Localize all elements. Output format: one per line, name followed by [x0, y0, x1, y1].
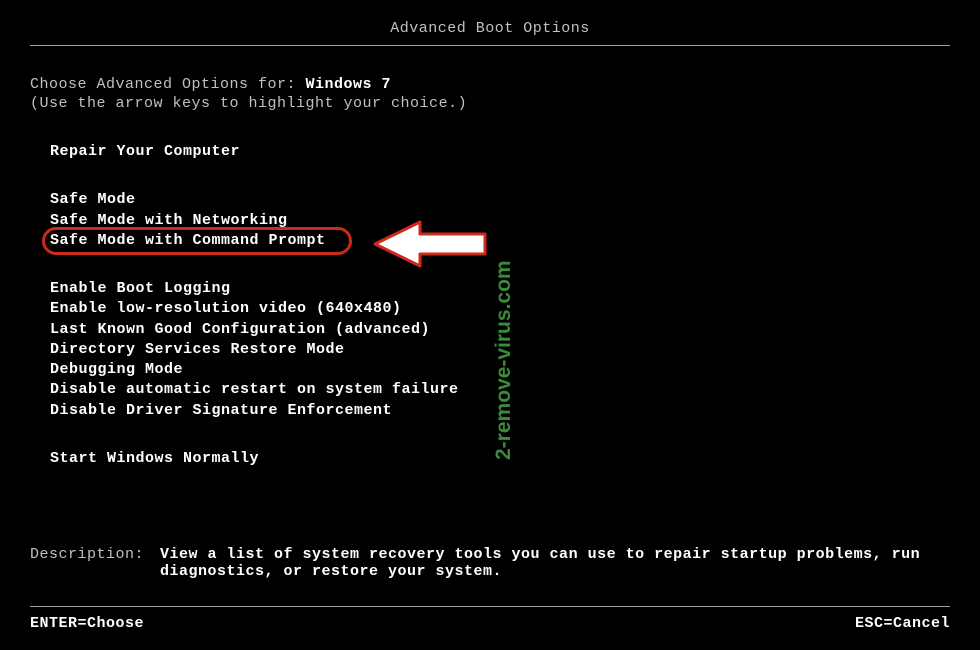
menu-safe-mode[interactable]: Safe Mode [50, 190, 136, 210]
description-block: Description: View a list of system recov… [30, 546, 950, 580]
os-name: Windows 7 [306, 76, 392, 93]
menu-disable-driver-signature[interactable]: Disable Driver Signature Enforcement [50, 401, 392, 421]
choose-prompt-label: Choose Advanced Options for: [30, 76, 306, 93]
menu-disable-auto-restart[interactable]: Disable automatic restart on system fail… [50, 380, 459, 400]
choose-prompt: Choose Advanced Options for: Windows 7 [30, 76, 950, 93]
description-label: Description: [30, 546, 160, 580]
menu-start-windows-normally[interactable]: Start Windows Normally [50, 449, 259, 469]
menu-safe-mode-networking[interactable]: Safe Mode with Networking [50, 211, 288, 231]
enter-hint: ENTER=Choose [30, 615, 144, 632]
menu-directory-services-restore[interactable]: Directory Services Restore Mode [50, 340, 345, 360]
screen-title: Advanced Boot Options [390, 20, 590, 37]
prompt-block: Choose Advanced Options for: Windows 7 (… [30, 76, 950, 112]
arrow-keys-hint: (Use the arrow keys to highlight your ch… [30, 95, 950, 112]
menu-low-resolution-video[interactable]: Enable low-resolution video (640x480) [50, 299, 402, 319]
menu-enable-boot-logging[interactable]: Enable Boot Logging [50, 279, 231, 299]
boot-menu: Repair Your Computer Safe Mode Safe Mode… [30, 142, 950, 469]
title-bar: Advanced Boot Options [30, 20, 950, 46]
description-text: View a list of system recovery tools you… [160, 546, 950, 580]
footer-hints: ENTER=Choose ESC=Cancel [30, 606, 950, 632]
menu-safe-mode-command-prompt[interactable]: Safe Mode with Command Prompt [50, 231, 326, 251]
menu-repair-computer[interactable]: Repair Your Computer [50, 142, 240, 162]
menu-debugging-mode[interactable]: Debugging Mode [50, 360, 183, 380]
menu-last-known-good[interactable]: Last Known Good Configuration (advanced) [50, 320, 430, 340]
esc-hint: ESC=Cancel [855, 615, 950, 632]
